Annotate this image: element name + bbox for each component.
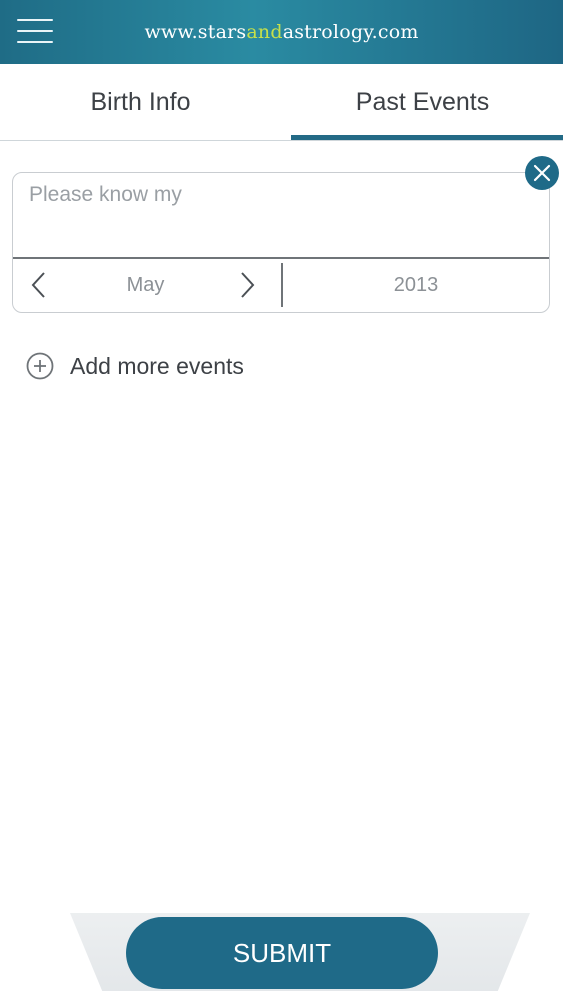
month-selector: May [13,259,281,312]
active-tab-indicator [291,135,563,140]
chevron-left-icon[interactable] [25,270,55,300]
brand-suffix: astrology.com [282,21,419,43]
event-card: May 2013 [12,172,550,313]
add-more-events-label: Add more events [70,352,244,379]
top-bar: www.starsandastrology.com [0,0,563,64]
add-more-events-button[interactable]: Add more events [26,350,244,382]
month-value: May [126,274,165,296]
plus-circle-icon [26,352,54,380]
event-description-input[interactable] [13,173,549,258]
hamburger-menu-icon[interactable] [16,16,54,46]
tab-birth-info[interactable]: Birth Info [0,64,281,140]
tab-past-events[interactable]: Past Events [282,64,563,140]
close-icon[interactable] [525,156,559,190]
brand-accent: and [246,21,283,43]
submit-button[interactable]: SUBMIT [126,917,438,989]
site-brand: www.starsandastrology.com [144,21,418,43]
chevron-right-icon[interactable] [231,270,261,300]
tab-bar: Birth Info Past Events [0,64,563,141]
brand-prefix: www.stars [144,21,247,43]
year-selector[interactable]: 2013 [283,259,549,312]
app-screen: www.starsandastrology.com Birth Info Pas… [0,0,563,1000]
